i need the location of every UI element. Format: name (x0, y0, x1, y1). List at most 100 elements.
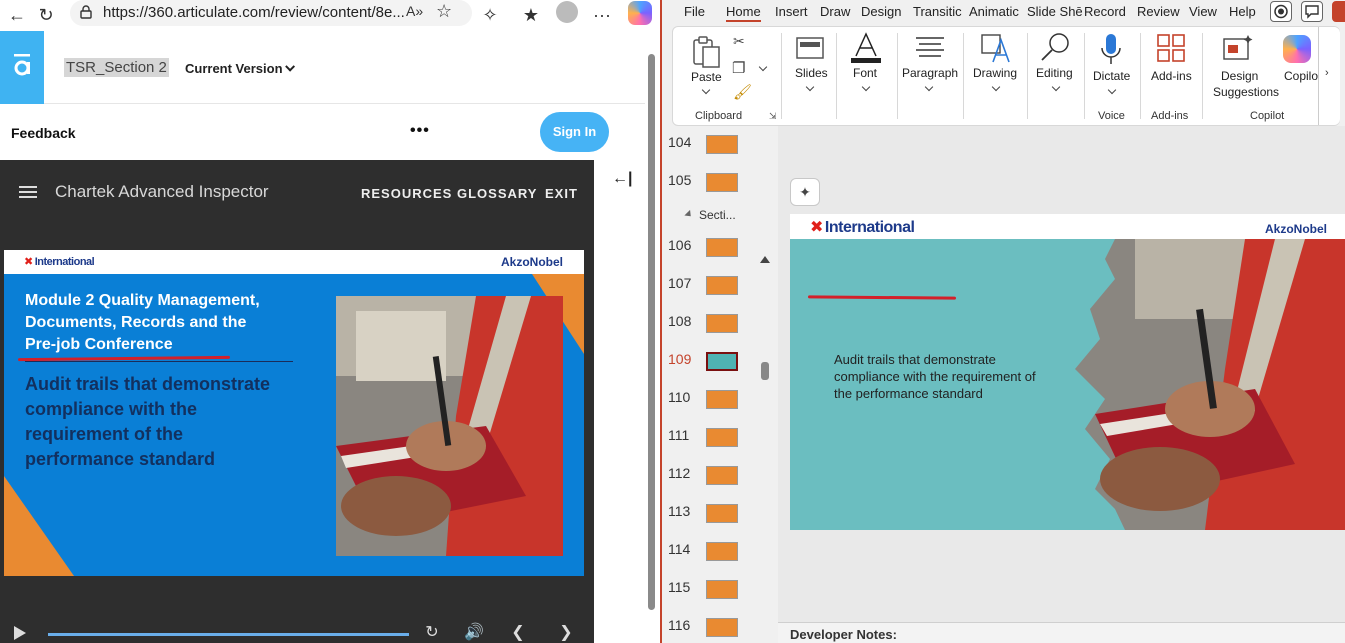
editing-dropdown-icon[interactable] (1051, 82, 1061, 92)
feedback-more-icon[interactable]: ••• (410, 122, 430, 140)
dictate-dropdown-icon[interactable] (1107, 85, 1117, 95)
version-selector[interactable]: Current Version (185, 61, 295, 76)
slide-thumbnail[interactable] (706, 238, 738, 257)
tab-slide-show[interactable]: Slide Shē (1027, 4, 1083, 19)
copy-dropdown-icon[interactable] (758, 62, 768, 72)
editing-button-label[interactable]: Editing (1036, 66, 1073, 80)
tab-draw[interactable]: Draw (820, 4, 850, 19)
tab-file[interactable]: File (684, 4, 705, 19)
favorites-icon[interactable]: ★ (519, 3, 543, 27)
copilot-button-label[interactable]: Copilo (1284, 69, 1318, 83)
page-scrollbar[interactable] (648, 54, 655, 610)
slide-thumbnail[interactable] (706, 504, 738, 523)
paste-dropdown-icon[interactable] (701, 85, 711, 95)
paste-icon[interactable] (691, 35, 721, 69)
url-text[interactable]: https://360.articulate.com/review/conten… (103, 4, 405, 21)
thumbnail-scrollbar[interactable] (761, 362, 769, 380)
slides-dropdown-icon[interactable] (805, 82, 815, 92)
developer-notes-pane[interactable]: Developer Notes: (778, 622, 1345, 643)
clipboard-launcher-icon[interactable]: ⇲ (769, 111, 777, 122)
slide-text-box[interactable]: Audit trails that demonstrate compliance… (834, 351, 1084, 402)
slide-thumbnail[interactable] (706, 352, 738, 371)
font-button-label[interactable]: Font (853, 66, 877, 80)
slide-thumbnail[interactable] (706, 173, 738, 192)
tab-insert[interactable]: Insert (775, 4, 808, 19)
drawing-icon[interactable] (979, 32, 1013, 64)
volume-icon[interactable]: 🔊 (464, 624, 484, 642)
more-menu-icon[interactable]: ··· (590, 3, 614, 27)
magnifier-icon[interactable] (1039, 31, 1073, 63)
tab-view[interactable]: View (1189, 4, 1217, 19)
microphone-icon[interactable] (1098, 32, 1124, 68)
copilot-icon[interactable] (628, 1, 652, 25)
progress-bar[interactable] (48, 633, 409, 636)
design-suggestions-line2[interactable]: Suggestions (1213, 85, 1279, 99)
slide-thumbnail[interactable] (706, 390, 738, 409)
sign-in-button[interactable]: Sign In (540, 112, 609, 152)
tab-transitions[interactable]: Transitic (913, 4, 962, 19)
drawing-dropdown-icon[interactable] (991, 82, 1001, 92)
share-icon[interactable] (1332, 1, 1345, 22)
articulate-logo[interactable] (0, 31, 44, 104)
profile-avatar[interactable] (556, 1, 578, 23)
slide-thumbnail[interactable] (706, 618, 738, 637)
previous-icon[interactable]: ❮ (508, 624, 528, 642)
font-dropdown-icon[interactable] (861, 82, 871, 92)
add-ins-icon[interactable] (1156, 33, 1186, 63)
tab-design[interactable]: Design (861, 4, 901, 19)
section-label[interactable]: Secti... (699, 208, 736, 222)
tab-record[interactable]: Record (1084, 4, 1126, 19)
paragraph-icon[interactable] (913, 35, 947, 61)
tab-review[interactable]: Review (1137, 4, 1180, 19)
exit-link[interactable]: EXIT (545, 186, 578, 201)
paste-button-label[interactable]: Paste (691, 70, 722, 84)
design-suggestions-icon[interactable] (1221, 33, 1255, 63)
slide-thumbnail[interactable] (706, 428, 738, 447)
record-icon[interactable] (1270, 1, 1292, 22)
cut-icon[interactable]: ✂ (733, 33, 745, 50)
slide-thumbnail[interactable] (706, 580, 738, 599)
menu-hamburger-icon[interactable] (19, 186, 37, 198)
slides-icon[interactable] (795, 35, 825, 63)
resources-link[interactable]: RESOURCES (361, 186, 452, 201)
slide-thumbnail[interactable] (706, 276, 738, 295)
ribbon-scroll-right[interactable]: › (1318, 27, 1340, 125)
section-collapse-icon[interactable] (684, 209, 694, 220)
tab-help[interactable]: Help (1229, 4, 1256, 19)
refresh-icon[interactable]: ↻ (34, 3, 58, 27)
format-painter-icon[interactable]: 🖌 (733, 83, 752, 101)
next-icon[interactable]: ❯ (556, 624, 576, 642)
divider (1140, 33, 1141, 119)
play-icon[interactable] (14, 626, 26, 640)
feedback-bar: Feedback ••• Sign In (0, 104, 645, 160)
tab-animations[interactable]: Animatic (969, 4, 1019, 19)
design-suggestions-line1[interactable]: Design (1221, 69, 1258, 83)
project-name[interactable]: TSR_Section 2 (64, 58, 169, 77)
current-slide[interactable]: ✖ International AkzoNobel Audit trails th… (790, 214, 1345, 530)
collapse-panel-icon[interactable]: ←| (612, 170, 632, 188)
dictate-button-label[interactable]: Dictate (1093, 69, 1130, 83)
add-ins-button-label[interactable]: Add-ins (1151, 69, 1192, 83)
tab-home[interactable]: Home (726, 4, 761, 22)
drawing-button-label[interactable]: Drawing (973, 66, 1017, 80)
read-aloud-icon[interactable]: A» (406, 3, 423, 19)
address-bar[interactable]: https://360.articulate.com/review/conten… (70, 0, 472, 26)
slide-thumbnail[interactable] (706, 466, 738, 485)
paragraph-button-label[interactable]: Paragraph (902, 66, 958, 80)
back-icon[interactable]: ← (5, 3, 29, 27)
designer-sparkle-icon[interactable]: ✦ (790, 178, 820, 206)
extensions-icon[interactable]: ✧ (478, 3, 502, 27)
scroll-up-icon[interactable] (760, 256, 770, 263)
copy-icon[interactable]: ❐ (732, 59, 745, 77)
glossary-link[interactable]: GLOSSARY (457, 186, 537, 201)
slide-thumbnail[interactable] (706, 314, 738, 333)
slides-button-label[interactable]: Slides (795, 66, 828, 80)
font-icon[interactable] (849, 32, 883, 64)
slide-thumbnail[interactable] (706, 542, 738, 561)
slide-thumbnail[interactable] (706, 135, 738, 154)
replay-icon[interactable]: ↻ (422, 624, 442, 642)
paragraph-dropdown-icon[interactable] (924, 82, 934, 92)
comments-icon[interactable] (1301, 1, 1323, 22)
favorite-star-icon[interactable]: ☆ (436, 1, 452, 22)
copilot-ribbon-icon[interactable] (1283, 35, 1311, 63)
